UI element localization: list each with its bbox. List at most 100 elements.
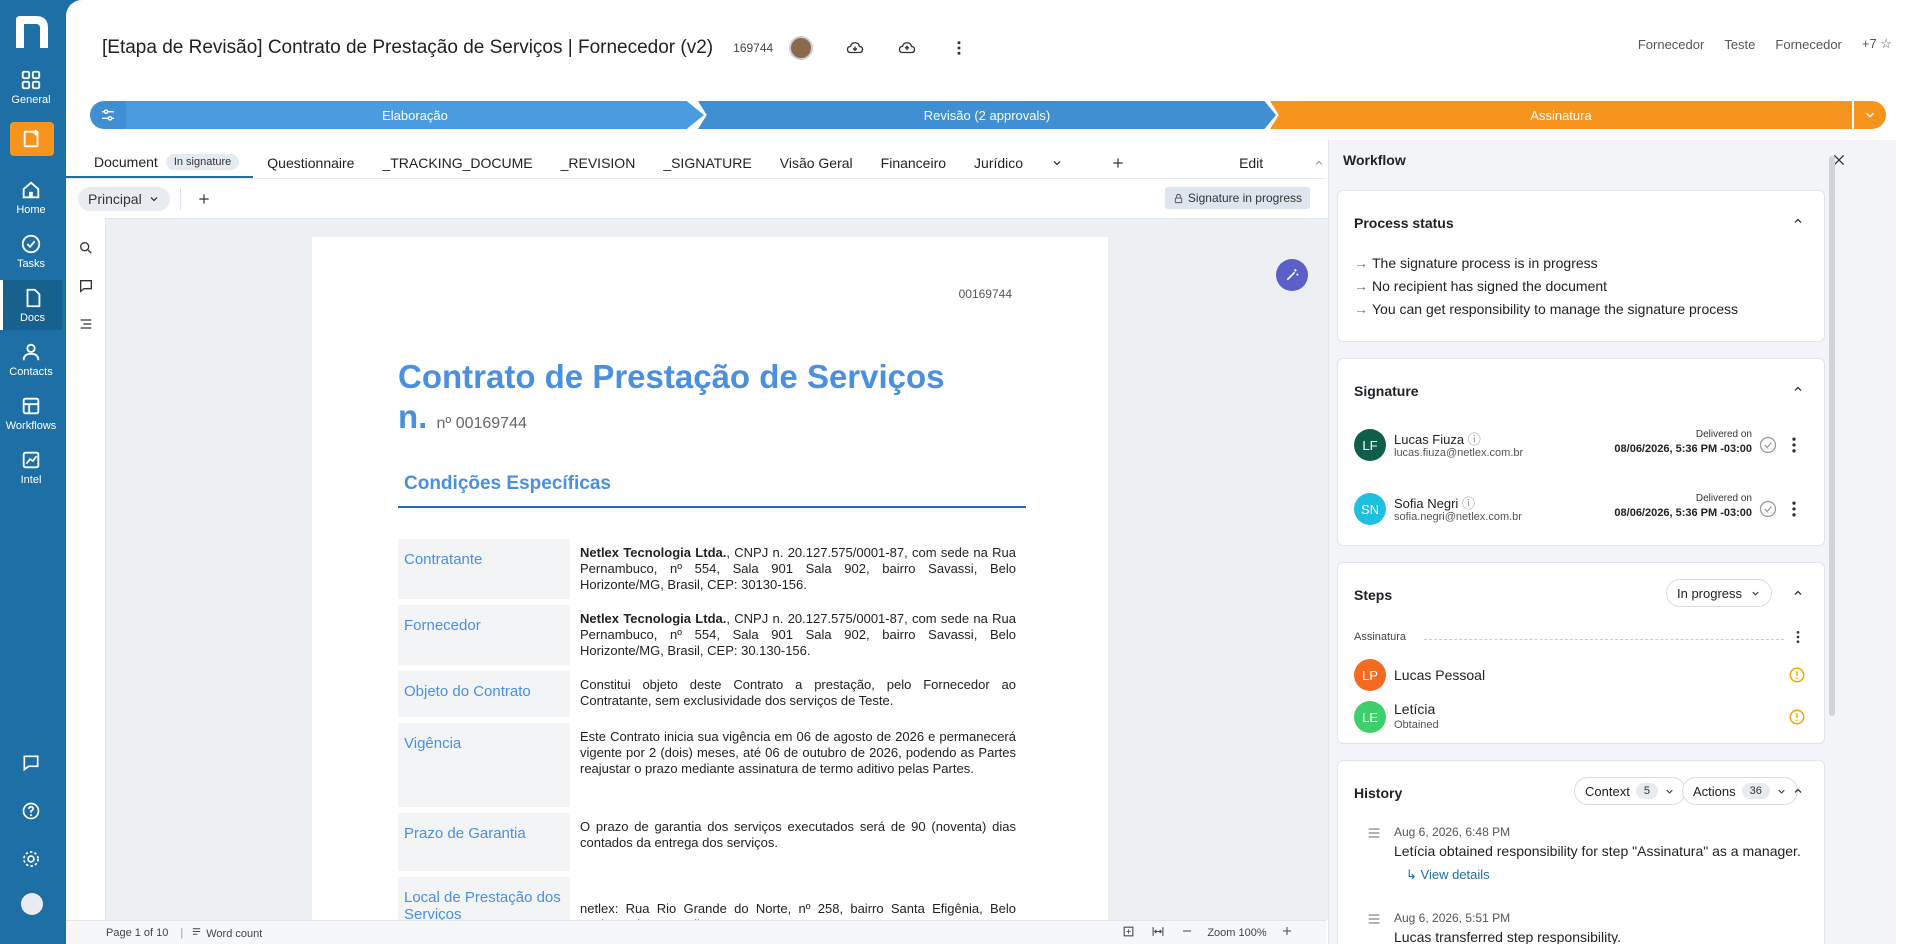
tab-tracking[interactable]: _TRACKING_DOCUME xyxy=(368,148,546,178)
lock-icon xyxy=(1174,193,1183,203)
more-options-button[interactable] xyxy=(949,38,969,58)
view-details-link[interactable]: ↳ View details xyxy=(1406,867,1490,883)
nav-intel[interactable]: Intel xyxy=(0,442,62,492)
magic-wand-icon xyxy=(1286,269,1299,281)
actions-label: Actions xyxy=(1693,783,1736,799)
feedback-button[interactable] xyxy=(16,748,46,778)
settings-button[interactable] xyxy=(16,844,46,874)
tab-revision[interactable]: _REVISION xyxy=(547,148,650,178)
upload-button[interactable] xyxy=(897,38,917,58)
fit-width-button[interactable] xyxy=(1151,925,1165,941)
chevron-up-icon[interactable] xyxy=(1792,383,1804,395)
pipeline-expand-button[interactable] xyxy=(1854,101,1886,129)
owner-avatar[interactable] xyxy=(789,36,814,60)
zoom-level: Zoom 100% xyxy=(1207,926,1267,939)
status-text: You can get responsibility to manage the… xyxy=(1372,301,1739,317)
section-rule xyxy=(398,506,1026,508)
pipeline-step-assinatura[interactable]: Assinatura xyxy=(1270,101,1852,129)
kebab-icon[interactable] xyxy=(1784,499,1804,519)
more-tags[interactable]: +7 ☆ xyxy=(1862,36,1892,52)
workflow-scrollbar[interactable] xyxy=(1829,156,1835,716)
add-tab-button[interactable] xyxy=(1097,148,1139,178)
signature-card: Signature LF Lucas Fiuza ⓘ lucas.fiuza@n… xyxy=(1337,358,1825,546)
tab-juridico[interactable]: Jurídico xyxy=(960,148,1037,178)
context-filter-select[interactable]: Context 5 xyxy=(1574,777,1686,805)
nav-label: General xyxy=(11,93,51,106)
history-text: Letícia obtained responsibility for step… xyxy=(1394,843,1801,859)
check-circle-icon xyxy=(1759,500,1777,518)
step-assignee-row: LP Lucas Pessoal xyxy=(1354,657,1814,691)
word-count-button[interactable]: Word count xyxy=(191,926,262,940)
new-document-button[interactable] xyxy=(10,122,54,156)
clause-party: Netlex Tecnologia Ltda. xyxy=(580,545,727,560)
clause-text: Netlex Tecnologia Ltda., CNPJ n. 20.127.… xyxy=(570,539,1026,599)
signer-name-text: Lucas Fiuza xyxy=(1394,432,1465,447)
tab-questionnaire[interactable]: Questionnaire xyxy=(253,148,368,178)
arrow-right-icon: → xyxy=(1354,278,1368,294)
version-select[interactable]: Principal xyxy=(78,186,170,211)
assignee-name: Letícia xyxy=(1394,701,1436,717)
tab-visao-geral[interactable]: Visão Geral xyxy=(766,148,867,178)
clause-text: Constitui objeto deste Contrato a presta… xyxy=(580,677,1016,708)
left-navigation: General Home Tasks Docs Contacts Workflo… xyxy=(0,0,66,944)
chevron-up-icon[interactable] xyxy=(1792,785,1804,797)
tab-signature[interactable]: _SIGNATURE xyxy=(649,148,765,178)
plus-icon xyxy=(1113,158,1123,168)
pipeline-step-elaboracao[interactable]: Elaboração xyxy=(126,101,704,129)
tag[interactable]: Fornecedor xyxy=(1638,37,1704,52)
tag[interactable]: Teste xyxy=(1724,37,1755,52)
tag[interactable]: Fornecedor xyxy=(1775,37,1841,52)
info-icon[interactable]: ⓘ xyxy=(1468,432,1481,447)
nav-workflows[interactable]: Workflows xyxy=(0,388,62,438)
zoom-in-button[interactable] xyxy=(1281,925,1293,940)
chat-icon xyxy=(23,755,39,772)
nav-general[interactable]: General xyxy=(0,62,62,112)
search-button[interactable] xyxy=(76,238,96,258)
comments-button[interactable] xyxy=(76,276,96,296)
assignee-name: Lucas Pessoal xyxy=(1394,667,1486,683)
netlex-logo[interactable] xyxy=(14,14,52,50)
nav-tasks[interactable]: Tasks xyxy=(0,226,62,276)
actions-filter-select[interactable]: Actions 36 xyxy=(1682,777,1798,805)
steps-filter-select[interactable]: In progress xyxy=(1666,579,1773,607)
fit-page-button[interactable] xyxy=(1122,925,1135,941)
tab-financeiro[interactable]: Financeiro xyxy=(867,148,960,178)
download-button[interactable] xyxy=(845,38,865,58)
chevron-up-icon[interactable] xyxy=(1792,215,1804,227)
document-header: [Etapa de Revisão] Contrato de Prestação… xyxy=(102,36,969,60)
pipeline-step-revisao[interactable]: Revisão (2 approvals) xyxy=(698,101,1276,129)
signer-date: 08/06/2026, 5:36 PM -03:00 xyxy=(1614,507,1752,519)
status-text: The signature process is in progress xyxy=(1372,255,1598,271)
nav-label: Workflows xyxy=(5,419,57,432)
ai-assist-button[interactable] xyxy=(1276,259,1308,291)
context-label: Context xyxy=(1585,783,1630,799)
nav-docs[interactable]: Docs xyxy=(0,280,62,330)
user-avatar[interactable] xyxy=(21,893,43,915)
tab-document[interactable]: Document In signature xyxy=(66,148,254,178)
tabs-overflow-button[interactable] xyxy=(1037,148,1077,178)
clause-text: Netlex Tecnologia Ltda., CNPJ n. 20.127.… xyxy=(570,605,1026,665)
add-version-button[interactable] xyxy=(191,184,217,214)
page-indicator: Page 1 of 10 xyxy=(106,926,169,939)
plus-icon xyxy=(199,193,209,204)
outline-button[interactable] xyxy=(76,314,96,334)
chevron-down-icon xyxy=(150,196,158,201)
pipeline-settings-button[interactable] xyxy=(90,101,126,129)
chevron-up-icon[interactable] xyxy=(1792,587,1804,599)
signer-row: LF Lucas Fiuza ⓘ lucas.fiuza@netlex.com.… xyxy=(1354,425,1814,465)
avatar: LF xyxy=(1354,429,1386,461)
clause-label: Fornecedor xyxy=(398,605,570,665)
kebab-icon[interactable] xyxy=(1790,629,1806,645)
divider: | xyxy=(180,926,184,939)
workflow-icon xyxy=(22,397,40,414)
check-circle-icon xyxy=(1759,436,1777,454)
workflow-step-icon xyxy=(1368,914,1380,924)
nav-home[interactable]: Home xyxy=(0,172,62,222)
help-button[interactable] xyxy=(16,796,46,826)
context-count: 5 xyxy=(1635,783,1658,799)
nav-contacts[interactable]: Contacts xyxy=(0,334,62,384)
info-icon[interactable]: ⓘ xyxy=(1462,496,1475,511)
document-page[interactable]: 00169744 Contrato de Prestação de Serviç… xyxy=(312,237,1108,920)
zoom-out-button[interactable] xyxy=(1181,925,1193,940)
kebab-icon[interactable] xyxy=(1784,435,1804,455)
